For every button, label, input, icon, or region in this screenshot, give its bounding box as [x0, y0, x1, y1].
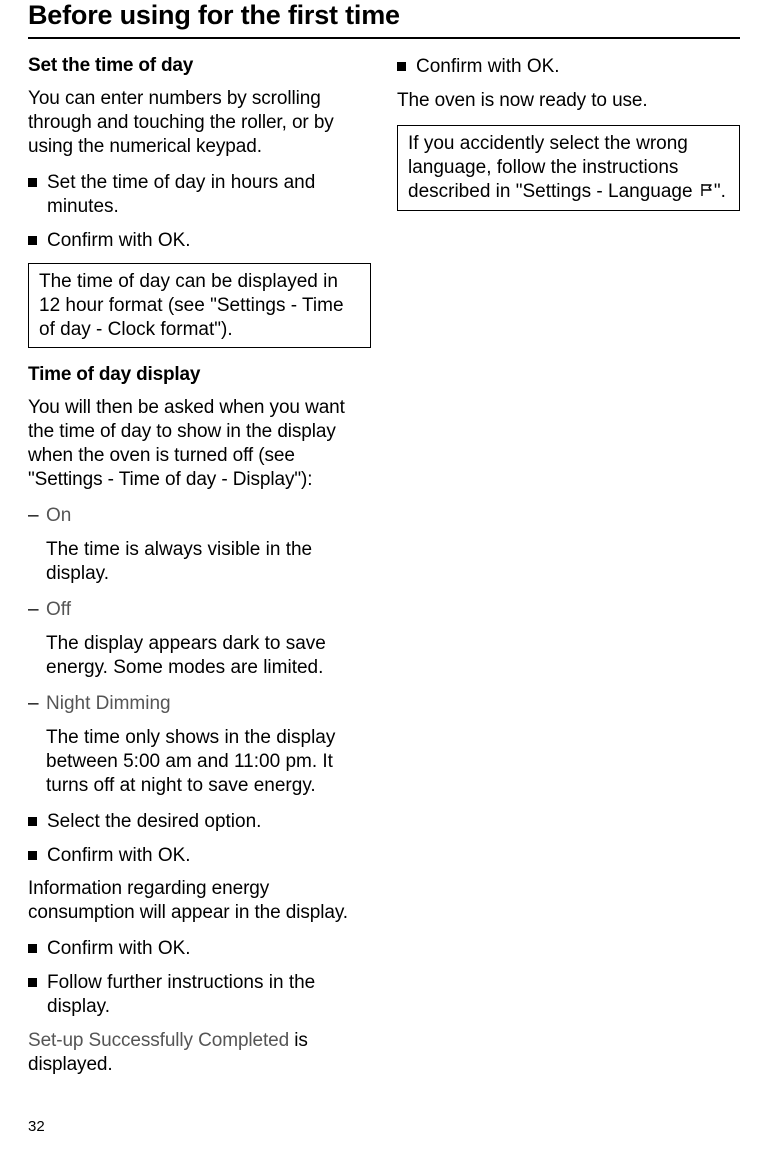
step-text: Set the time of day in hours and minutes…: [47, 171, 371, 219]
oven-ready-text: The oven is now ready to use.: [397, 89, 740, 113]
left-column: Set the time of day You can enter number…: [28, 55, 371, 1089]
page-number: 32: [28, 1118, 45, 1135]
option-label: Off: [46, 598, 371, 622]
step-text: Confirm with OK.: [416, 55, 740, 79]
square-bullet-icon: [28, 944, 37, 953]
step-confirm-ok: Confirm with OK.: [28, 937, 371, 961]
step-text: Confirm with OK.: [47, 229, 371, 253]
step-select-option: Select the desired option.: [28, 810, 371, 834]
two-column-layout: Set the time of day You can enter number…: [28, 55, 740, 1089]
language-note-box: If you accidently select the wrong langu…: [397, 125, 740, 211]
dash-bullet-icon: –: [28, 504, 46, 528]
step-text: Select the desired option.: [47, 810, 371, 834]
clock-format-note-box: The time of day can be displayed in 12 h…: [28, 263, 371, 349]
step-confirm-ok: Confirm with OK.: [28, 844, 371, 868]
option-on-desc: The time is always visible in the displa…: [46, 538, 371, 586]
energy-info: Information regarding energy consumption…: [28, 877, 371, 925]
step-set-time: Set the time of day in hours and minutes…: [28, 171, 371, 219]
square-bullet-icon: [28, 851, 37, 860]
option-label: On: [46, 504, 371, 528]
step-confirm-ok: Confirm with OK.: [28, 229, 371, 253]
square-bullet-icon: [397, 62, 406, 71]
square-bullet-icon: [28, 236, 37, 245]
right-column: Confirm with OK. The oven is now ready t…: [397, 55, 740, 1089]
page-title: Before using for the first time: [28, 0, 740, 39]
tod-display-heading: Time of day display: [28, 364, 371, 386]
flag-icon: [700, 180, 714, 204]
dash-bullet-icon: –: [28, 598, 46, 622]
step-text: Confirm with OK.: [47, 937, 371, 961]
square-bullet-icon: [28, 178, 37, 187]
option-label: Night Dimming: [46, 692, 371, 716]
language-note-post: ".: [714, 181, 726, 202]
option-off: – Off: [28, 598, 371, 622]
option-off-desc: The display appears dark to save energy.…: [46, 632, 371, 680]
option-on: – On: [28, 504, 371, 528]
set-time-heading: Set the time of day: [28, 55, 371, 77]
step-text: Follow further instructions in the displ…: [47, 971, 371, 1019]
step-confirm-ok: Confirm with OK.: [397, 55, 740, 79]
option-night-desc: The time only shows in the display betwe…: [46, 726, 371, 798]
option-night-dimming: – Night Dimming: [28, 692, 371, 716]
setup-complete-display-text: Set-up Successfully Completed: [28, 1030, 289, 1051]
step-text: Confirm with OK.: [47, 844, 371, 868]
step-follow-instructions: Follow further instructions in the displ…: [28, 971, 371, 1019]
set-time-intro: You can enter numbers by scrolling throu…: [28, 87, 371, 159]
square-bullet-icon: [28, 978, 37, 987]
language-note-pre: If you accidently select the wrong langu…: [408, 133, 698, 202]
square-bullet-icon: [28, 817, 37, 826]
tod-display-intro: You will then be asked when you want the…: [28, 396, 371, 492]
dash-bullet-icon: –: [28, 692, 46, 716]
setup-complete-line: Set-up Successfully Completed is display…: [28, 1029, 371, 1077]
